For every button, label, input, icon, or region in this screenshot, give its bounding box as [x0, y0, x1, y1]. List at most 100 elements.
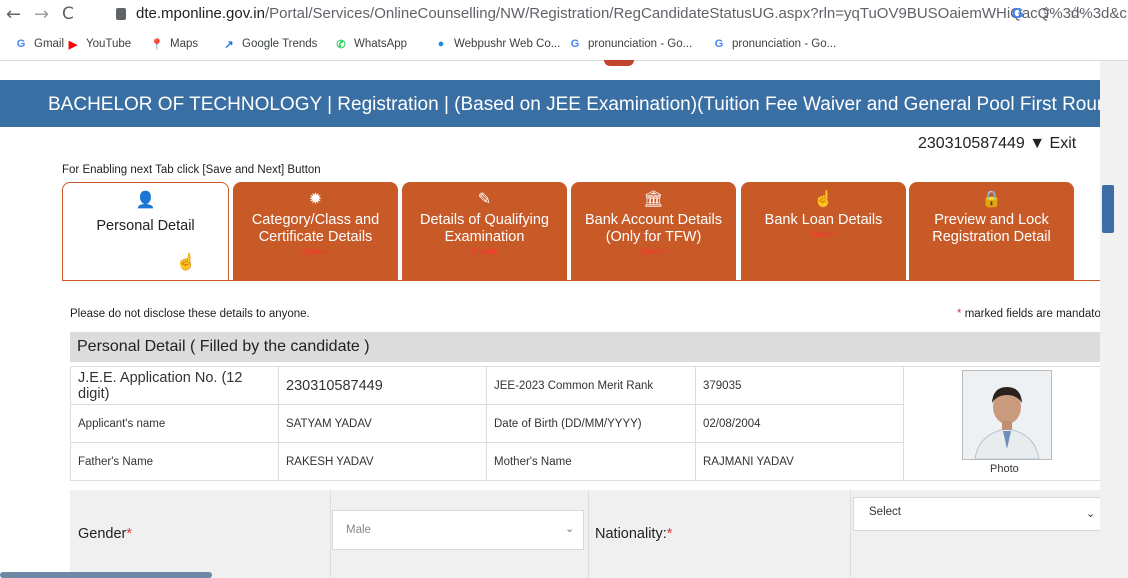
field-value: 02/08/2004: [695, 404, 904, 443]
back-icon[interactable]: ←: [6, 4, 21, 25]
lock-icon: [116, 8, 126, 20]
tab-lock-user[interactable]: 🔒 Preview and Lock Registration Detail: [909, 182, 1074, 280]
scrollbar-thumb[interactable]: [1102, 185, 1114, 233]
privacy-notice: Please do not disclose these details to …: [70, 308, 310, 320]
url-path: /Portal/Services/OnlineCounselling/NW/Re…: [264, 5, 1128, 22]
mandatory-note: * marked fields are mandato: [957, 308, 1101, 320]
url-host: dte.mponline.gov.in: [136, 5, 265, 22]
bookmark-item[interactable]: ▶ YouTube: [66, 37, 131, 51]
vertical-scrollbar[interactable]: [1100, 61, 1128, 578]
field-value: 230310587449: [278, 366, 487, 405]
google-icon: G: [714, 38, 724, 50]
required-star: *: [126, 526, 133, 542]
gender-selected-value[interactable]: Male: [346, 524, 371, 536]
bank-icon: 🏛: [643, 191, 664, 208]
field-value: SATYAM YADAV: [278, 404, 487, 443]
field-label: Date of Birth (DD/MM/YYYY): [486, 404, 696, 443]
bookmark-item[interactable]: Gpronunciation - Go...: [712, 37, 836, 51]
loan-icon: ☝: [813, 191, 834, 208]
tab-hint-text: For Enabling next Tab click [Save and Ne…: [62, 164, 321, 176]
trends-icon: ↗: [224, 38, 234, 51]
url-text[interactable]: dte.mponline.gov.in/Portal/Services/Onli…: [136, 5, 1128, 22]
candidate-photo: [962, 370, 1052, 460]
tab-label: Bank Account Details (Only for TFW): [584, 212, 723, 245]
tab-certificate[interactable]: ✹ Category/Class and Certificate Details D…: [233, 182, 398, 280]
bookmark-label: Maps: [170, 38, 199, 50]
site-logo-fragment: [604, 60, 634, 66]
tab-label: Bank Loan Details: [764, 212, 883, 228]
tab-user[interactable]: 👤 Personal Detail: [62, 182, 229, 281]
gender-label-text: Gender: [78, 526, 127, 542]
chevron-down-icon[interactable]: ⌄: [565, 522, 574, 535]
tab-status: Disable: [640, 247, 667, 256]
table-row: J.E.E. Application No. (12 digit) 2303105…: [70, 366, 1101, 481]
field-value: RAKESH YADAV: [278, 442, 487, 481]
google-lens-icon[interactable]: G: [1012, 5, 1024, 22]
required-star: *: [957, 308, 962, 320]
user-icon: 👤: [135, 192, 156, 209]
bookmark-label: Gmail: [34, 38, 65, 50]
bookmark-star-icon[interactable]: ☆: [1068, 3, 1082, 23]
gender-label: Gender*: [78, 526, 132, 542]
whatsapp-icon: ✆: [336, 38, 346, 51]
tab-label: Category/Class and Certificate Details: [251, 212, 380, 245]
exit-link[interactable]: Exit: [1050, 135, 1077, 152]
personal-info-table: J.E.E. Application No. (12 digit) 2303105…: [70, 366, 1101, 481]
bookmark-item[interactable]: 📍 Maps: [150, 37, 198, 51]
tab-loan[interactable]: ☝ Bank Loan Details Disable: [741, 182, 906, 280]
tab-status: Disable: [471, 247, 498, 256]
forward-icon[interactable]: →: [34, 4, 49, 25]
field-value: RAJMANI YADAV: [695, 442, 904, 481]
bookmark-label: WhatsApp: [354, 38, 408, 50]
field-label: J.E.E. Application No. (12 digit): [70, 366, 279, 405]
nationality-selected-value[interactable]: Select: [869, 506, 901, 518]
lock-user-icon: 🔒: [981, 191, 1002, 208]
gmail-icon: G: [16, 38, 26, 50]
horizontal-scrollbar-thumb[interactable]: [0, 572, 212, 578]
google-icon: G: [570, 38, 580, 50]
user-id[interactable]: 230310587449: [918, 135, 1025, 152]
tab-status: Disable: [810, 230, 837, 239]
bookmark-item[interactable]: G Gmail: [14, 37, 64, 51]
mandatory-text: marked fields are mandato: [964, 308, 1101, 320]
book-icon: ✎: [477, 191, 492, 208]
chevron-down-icon[interactable]: ⌄: [1086, 507, 1095, 520]
certificate-icon: ✹: [308, 191, 323, 208]
required-star: *: [666, 526, 673, 542]
bookmark-label: YouTube: [86, 38, 132, 50]
tab-book[interactable]: ✎ Details of Qualifying Examination Disabl…: [402, 182, 567, 280]
bookmark-item[interactable]: ↗ Google Trends: [222, 37, 317, 51]
tab-bank[interactable]: 🏛 Bank Account Details (Only for TFW) Disa…: [571, 182, 736, 280]
share-icon[interactable]: ⇪: [1040, 4, 1053, 22]
form-divider: [850, 490, 851, 578]
bookmark-item[interactable]: ● Webpushr Web Co...: [434, 37, 561, 51]
bookmark-item[interactable]: ✆ WhatsApp: [334, 37, 407, 51]
photo-caption: Photo: [990, 463, 1019, 475]
hand-cursor-icon: ☝: [176, 254, 196, 271]
tab-status: Disable: [302, 247, 329, 256]
bookmark-label: Google Trends: [242, 38, 318, 50]
bookmark-item[interactable]: Gpronunciation - Go...: [568, 37, 692, 51]
field-value: 379035: [695, 366, 904, 405]
nationality-label: Nationality:*: [595, 526, 672, 542]
field-label: Father's Name: [70, 442, 279, 481]
form-divider: [588, 490, 589, 578]
field-label: JEE-2023 Common Merit Rank: [486, 366, 696, 405]
section-title: Personal Detail ( Filled by the candidat…: [77, 338, 370, 355]
field-label: Applicant's name: [70, 404, 279, 443]
tab-label: Personal Detail: [96, 218, 195, 234]
youtube-icon: ▶: [68, 38, 78, 51]
form-divider: [330, 490, 331, 578]
chevron-down-icon[interactable]: ▼: [1029, 135, 1045, 152]
bookmark-label: pronunciation - Go...: [588, 38, 693, 50]
user-menu[interactable]: 230310587449 ▼ Exit: [918, 135, 1076, 153]
tab-label: Details of Qualifying Examination: [420, 212, 549, 245]
field-label: Mother's Name: [486, 442, 696, 481]
page-title: BACHELOR OF TECHNOLOGY | Registration | …: [48, 94, 1125, 115]
bookmark-label: pronunciation - Go...: [732, 38, 837, 50]
webpushr-icon: ●: [437, 38, 445, 50]
reload-icon[interactable]: C: [62, 4, 74, 24]
maps-icon: 📍: [150, 38, 164, 51]
nationality-label-text: Nationality:: [595, 526, 667, 542]
bookmark-label: Webpushr Web Co...: [454, 38, 561, 50]
